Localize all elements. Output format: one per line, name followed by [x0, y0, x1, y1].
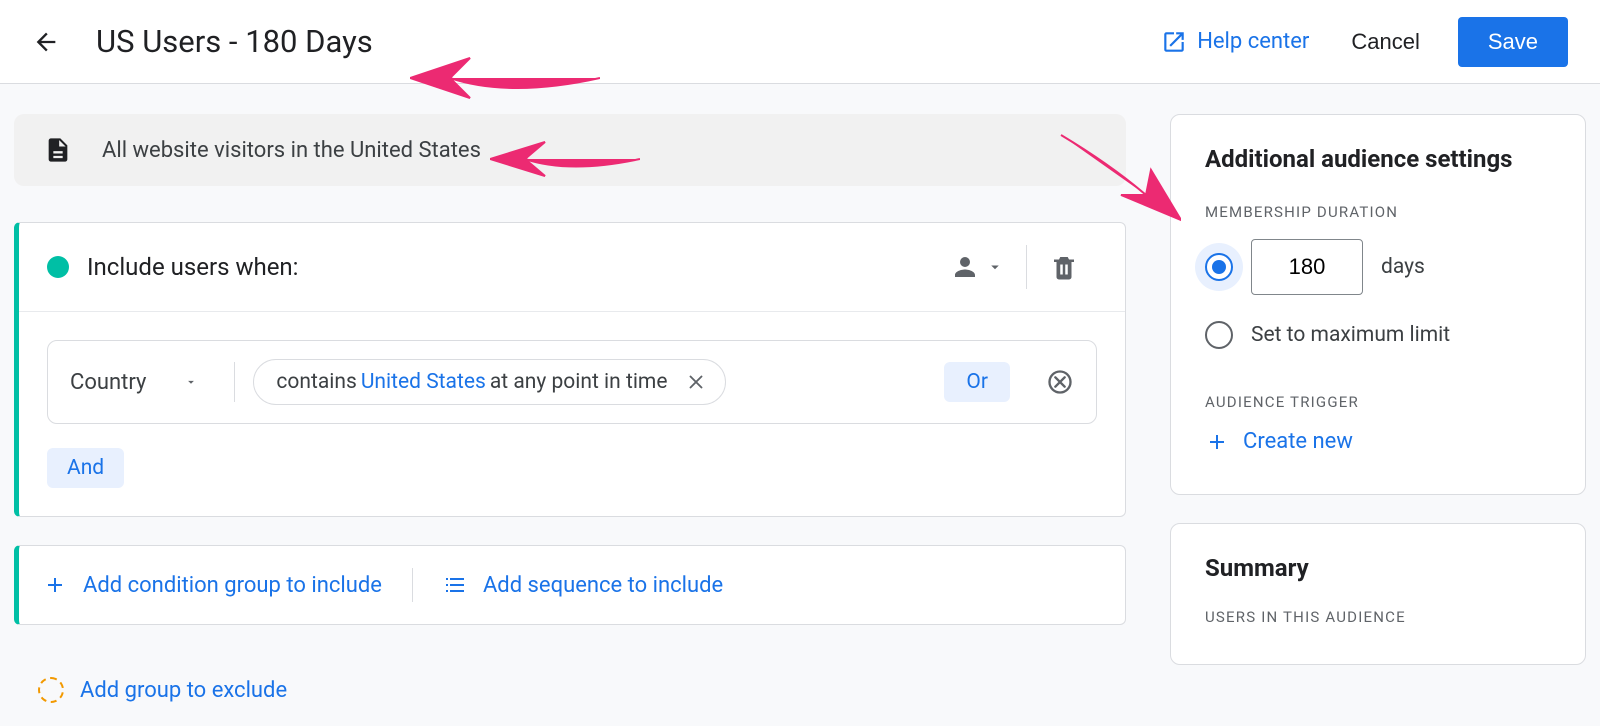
cancel-button[interactable]: Cancel: [1345, 28, 1425, 56]
scope-selector[interactable]: [932, 252, 1022, 282]
summary-card: Summary USERS IN THIS AUDIENCE: [1170, 523, 1586, 665]
dimension-selector[interactable]: Country: [70, 370, 216, 395]
audience-settings-card: Additional audience settings MEMBERSHIP …: [1170, 114, 1586, 495]
back-arrow-icon[interactable]: [32, 28, 60, 56]
audience-trigger-label: AUDIENCE TRIGGER: [1205, 393, 1551, 411]
pill-value: United States: [361, 370, 486, 394]
membership-duration-label: MEMBERSHIP DURATION: [1205, 203, 1551, 221]
sequence-icon: [443, 573, 467, 597]
add-sequence-link[interactable]: Add sequence to include: [443, 573, 723, 598]
days-label: days: [1381, 255, 1425, 279]
duration-days-input[interactable]: [1251, 239, 1363, 295]
condition-row: Country contains United States at any po…: [47, 340, 1097, 424]
dashed-circle-icon: [38, 677, 64, 703]
audience-description-text: All website visitors in the United State…: [102, 138, 481, 163]
clear-filter-icon[interactable]: [685, 371, 707, 393]
divider: [1026, 245, 1027, 289]
caret-down-icon: [184, 375, 198, 389]
delete-condition-group[interactable]: [1031, 252, 1097, 282]
summary-users-label: USERS IN THIS AUDIENCE: [1205, 608, 1551, 626]
create-trigger-label: Create new: [1243, 429, 1353, 454]
include-indicator-icon: [47, 256, 69, 278]
caret-down-icon: [986, 258, 1004, 276]
include-condition-card: Include users when: Country: [14, 222, 1126, 517]
settings-title: Additional audience settings: [1205, 145, 1551, 173]
condition-filter-pill[interactable]: contains United States at any point in t…: [253, 359, 726, 405]
divider: [234, 362, 235, 402]
divider: [412, 568, 413, 602]
page-title: US Users - 180 Days: [96, 23, 373, 60]
and-button[interactable]: And: [47, 448, 124, 488]
duration-max-label: Set to maximum limit: [1251, 323, 1450, 347]
left-column: All website visitors in the United State…: [0, 114, 1126, 726]
save-button[interactable]: Save: [1458, 17, 1568, 67]
add-exclude-label: Add group to exclude: [80, 678, 287, 703]
include-condition-header: Include users when:: [19, 223, 1125, 312]
include-heading: Include users when:: [87, 253, 299, 281]
duration-max-radio[interactable]: [1205, 321, 1233, 349]
help-center-link[interactable]: Help center: [1161, 29, 1309, 55]
document-icon: [44, 136, 72, 164]
duration-custom-row: days: [1205, 239, 1551, 295]
summary-title: Summary: [1205, 554, 1551, 582]
or-button[interactable]: Or: [944, 362, 1010, 402]
duration-custom-radio[interactable]: [1205, 253, 1233, 281]
pill-suffix: at any point in time: [490, 370, 668, 394]
body-area: All website visitors in the United State…: [0, 84, 1600, 726]
open-external-icon: [1161, 29, 1187, 55]
header-bar: US Users - 180 Days Help center Cancel S…: [0, 0, 1600, 84]
person-icon: [950, 252, 980, 282]
plus-icon: [43, 573, 67, 597]
create-trigger-link[interactable]: Create new: [1205, 429, 1551, 454]
right-column: Additional audience settings MEMBERSHIP …: [1170, 114, 1600, 726]
help-center-label: Help center: [1197, 29, 1309, 54]
remove-row-icon[interactable]: [1046, 368, 1074, 396]
add-links-card: Add condition group to include Add seque…: [14, 545, 1126, 625]
audience-description-card[interactable]: All website visitors in the United State…: [14, 114, 1126, 186]
include-condition-body: Country contains United States at any po…: [19, 312, 1125, 516]
trash-icon: [1049, 252, 1079, 282]
pill-prefix: contains: [276, 370, 356, 394]
add-sequence-label: Add sequence to include: [483, 573, 723, 598]
duration-max-row: Set to maximum limit: [1205, 321, 1551, 349]
add-condition-group-label: Add condition group to include: [83, 573, 382, 598]
dimension-label: Country: [70, 370, 146, 395]
plus-icon: [1205, 430, 1229, 454]
add-condition-group-link[interactable]: Add condition group to include: [43, 573, 382, 598]
add-exclude-group[interactable]: Add group to exclude: [14, 677, 1126, 703]
